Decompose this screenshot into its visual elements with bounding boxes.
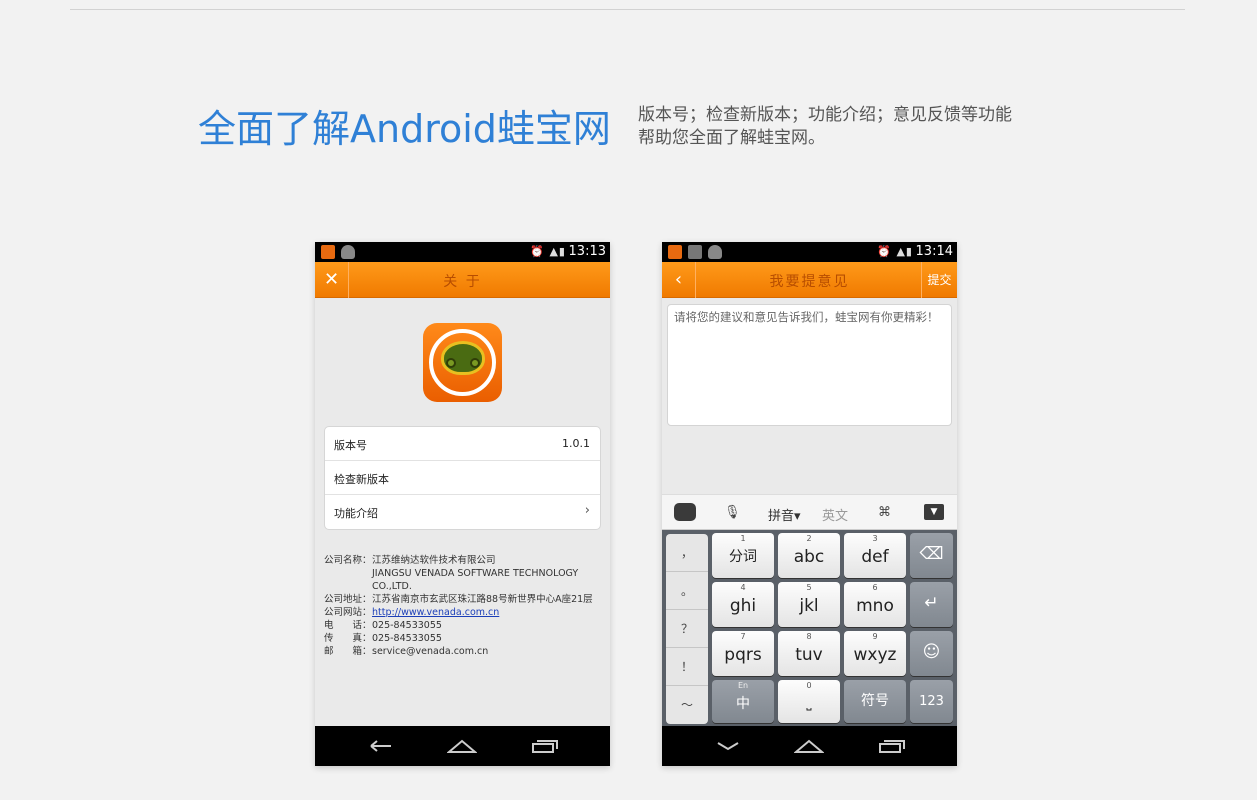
screen-title: 我要提意见 xyxy=(769,274,850,290)
status-bar: ⏰ ▲▮ 13:14 xyxy=(662,242,957,262)
fax-label: 传 真： xyxy=(324,633,372,644)
key-6[interactable]: 6 mno xyxy=(844,582,906,627)
recent-apps-icon[interactable] xyxy=(531,738,559,754)
top-divider xyxy=(70,9,1185,10)
baidu-icon[interactable] xyxy=(674,503,696,521)
key-5[interactable]: 5 jkl xyxy=(778,582,840,627)
check-update-row[interactable]: 检查新版本 xyxy=(325,461,600,495)
company-name-en-1: JIANGSU VENADA SOFTWARE TECHNOLOGY xyxy=(372,568,579,579)
key-3[interactable]: 3 def xyxy=(844,533,906,578)
punct-comma[interactable]: ， xyxy=(666,534,708,572)
company-name-en-2: CO.,LTD. xyxy=(372,581,412,592)
command-icon[interactable]: ⌘ xyxy=(878,505,891,520)
app-notification-icon xyxy=(668,245,682,259)
back-icon[interactable] xyxy=(367,738,395,754)
hide-keyboard-icon[interactable]: ▼ xyxy=(924,504,944,520)
feedback-screen: ⏰ ▲▮ 13:14 ‹ 我要提意见 提交 请将您的建议和意见告诉我们，蛙宝网有… xyxy=(662,242,957,766)
website-link[interactable]: http://www.venada.com.cn xyxy=(372,606,499,619)
space-key[interactable]: 0 ⎵ xyxy=(778,680,840,723)
number-key[interactable]: 123 xyxy=(910,680,953,723)
page-headline: 全面了解Android蛙宝网 xyxy=(198,107,611,151)
submit-button[interactable]: 提交 xyxy=(921,262,957,298)
nav-bar xyxy=(315,726,610,766)
feedback-input[interactable]: 请将您的建议和意见告诉我们，蛙宝网有你更精彩！ xyxy=(667,304,952,426)
ime-toolbar: 🎙 拼音▾ 英文 ⌘ ▼ xyxy=(662,494,957,530)
key-2[interactable]: 2 abc xyxy=(778,533,840,578)
key-4[interactable]: 4 ghi xyxy=(712,582,774,627)
email-address: service@venada.com.cn xyxy=(372,646,489,657)
chevron-right-icon: › xyxy=(584,503,590,518)
screen-title: 关 于 xyxy=(443,274,482,290)
key-9[interactable]: 9 wxyz xyxy=(844,631,906,676)
app-logo xyxy=(423,323,502,402)
pinyin-mode[interactable]: 拼音▾ xyxy=(768,505,801,524)
check-update-label: 检查新版本 xyxy=(334,473,389,486)
about-screen: ⏰ ▲▮ 13:13 ✕ 关 于 版本号 1.0.1 检查新版本 功能介绍 › … xyxy=(315,242,610,766)
status-bar: ⏰ ▲▮ 13:13 xyxy=(315,242,610,262)
home-icon[interactable] xyxy=(794,738,824,754)
punct-question[interactable]: ？ xyxy=(666,610,708,648)
symbol-key[interactable]: 符号 xyxy=(844,680,906,723)
keyboard-notification-icon xyxy=(688,245,702,259)
punctuation-column: ， 。 ？ ！ ～ xyxy=(666,534,708,724)
title-bar: ✕ 关 于 xyxy=(315,262,610,298)
signal-battery-icons: ⏰ ▲▮ xyxy=(530,245,566,258)
punct-period[interactable]: 。 xyxy=(666,572,708,610)
android-notification-icon xyxy=(341,245,355,259)
delete-key[interactable]: ⌫ xyxy=(910,533,953,578)
punct-tilde[interactable]: ～ xyxy=(666,686,708,724)
android-notification-icon xyxy=(708,245,722,259)
company-name-cn: 江苏维纳达软件技术有限公司 xyxy=(372,555,496,566)
version-label: 版本号 xyxy=(334,439,367,452)
phone-label: 电 话： xyxy=(324,620,372,631)
home-icon[interactable] xyxy=(447,738,477,754)
description-line-2: 帮助您全面了解蛙宝网。 xyxy=(638,128,825,148)
signal-battery-icons: ⏰ ▲▮ xyxy=(877,245,913,258)
about-options-list: 版本号 1.0.1 检查新版本 功能介绍 › xyxy=(324,426,601,530)
address-label: 公司地址： xyxy=(324,594,372,605)
emoji-key[interactable]: ☺ xyxy=(910,631,953,676)
hide-down-icon[interactable] xyxy=(714,738,742,754)
email-label: 邮 箱： xyxy=(324,646,372,657)
phone-number: 025-84533055 xyxy=(372,620,442,631)
website-label: 公司网站： xyxy=(324,607,372,618)
status-time: 13:13 xyxy=(568,244,606,259)
key-1[interactable]: 1 分词 xyxy=(712,533,774,578)
feature-intro-label: 功能介绍 xyxy=(334,507,378,520)
feature-intro-row[interactable]: 功能介绍 › xyxy=(325,495,600,529)
smiley-icon: ☺ xyxy=(922,642,941,662)
recent-apps-icon[interactable] xyxy=(878,738,906,754)
title-bar: ‹ 我要提意见 提交 xyxy=(662,262,957,298)
description-line-1: 版本号；检查新版本；功能介绍；意见反馈等功能 xyxy=(638,105,1012,125)
status-time: 13:14 xyxy=(915,244,953,259)
microphone-icon[interactable]: 🎙 xyxy=(724,505,741,520)
enter-key[interactable]: ↵ xyxy=(910,582,953,627)
punct-exclaim[interactable]: ！ xyxy=(666,648,708,686)
key-8[interactable]: 8 tuv xyxy=(778,631,840,676)
company-name-label: 公司名称： xyxy=(324,555,372,566)
keyboard: ， 。 ？ ！ ～ 1 分词 2 abc 3 def ⌫ 4 ghi 5 jkl 6 mno… xyxy=(662,530,957,727)
app-notification-icon xyxy=(321,245,335,259)
page-description: 版本号；检查新版本；功能介绍；意见反馈等功能 帮助您全面了解蛙宝网。 xyxy=(638,104,1098,150)
backspace-icon: ⌫ xyxy=(919,544,944,564)
version-value: 1.0.1 xyxy=(562,437,590,450)
english-mode[interactable]: 英文 xyxy=(822,505,848,524)
frog-icon xyxy=(441,341,485,375)
enter-icon: ↵ xyxy=(924,593,939,613)
company-address: 江苏省南京市玄武区珠江路88号新世界中心A座21层 xyxy=(372,594,593,605)
nav-bar xyxy=(662,726,957,766)
space-icon: ⎵ xyxy=(806,696,812,711)
version-row: 版本号 1.0.1 xyxy=(325,427,600,461)
fax-number: 025-84533055 xyxy=(372,633,442,644)
company-info: 公司名称： 江苏维纳达软件技术有限公司 JIANGSU VENADA SOFTWA… xyxy=(324,554,593,658)
key-7[interactable]: 7 pqrs xyxy=(712,631,774,676)
chinese-english-key[interactable]: En 中 xyxy=(712,680,774,723)
